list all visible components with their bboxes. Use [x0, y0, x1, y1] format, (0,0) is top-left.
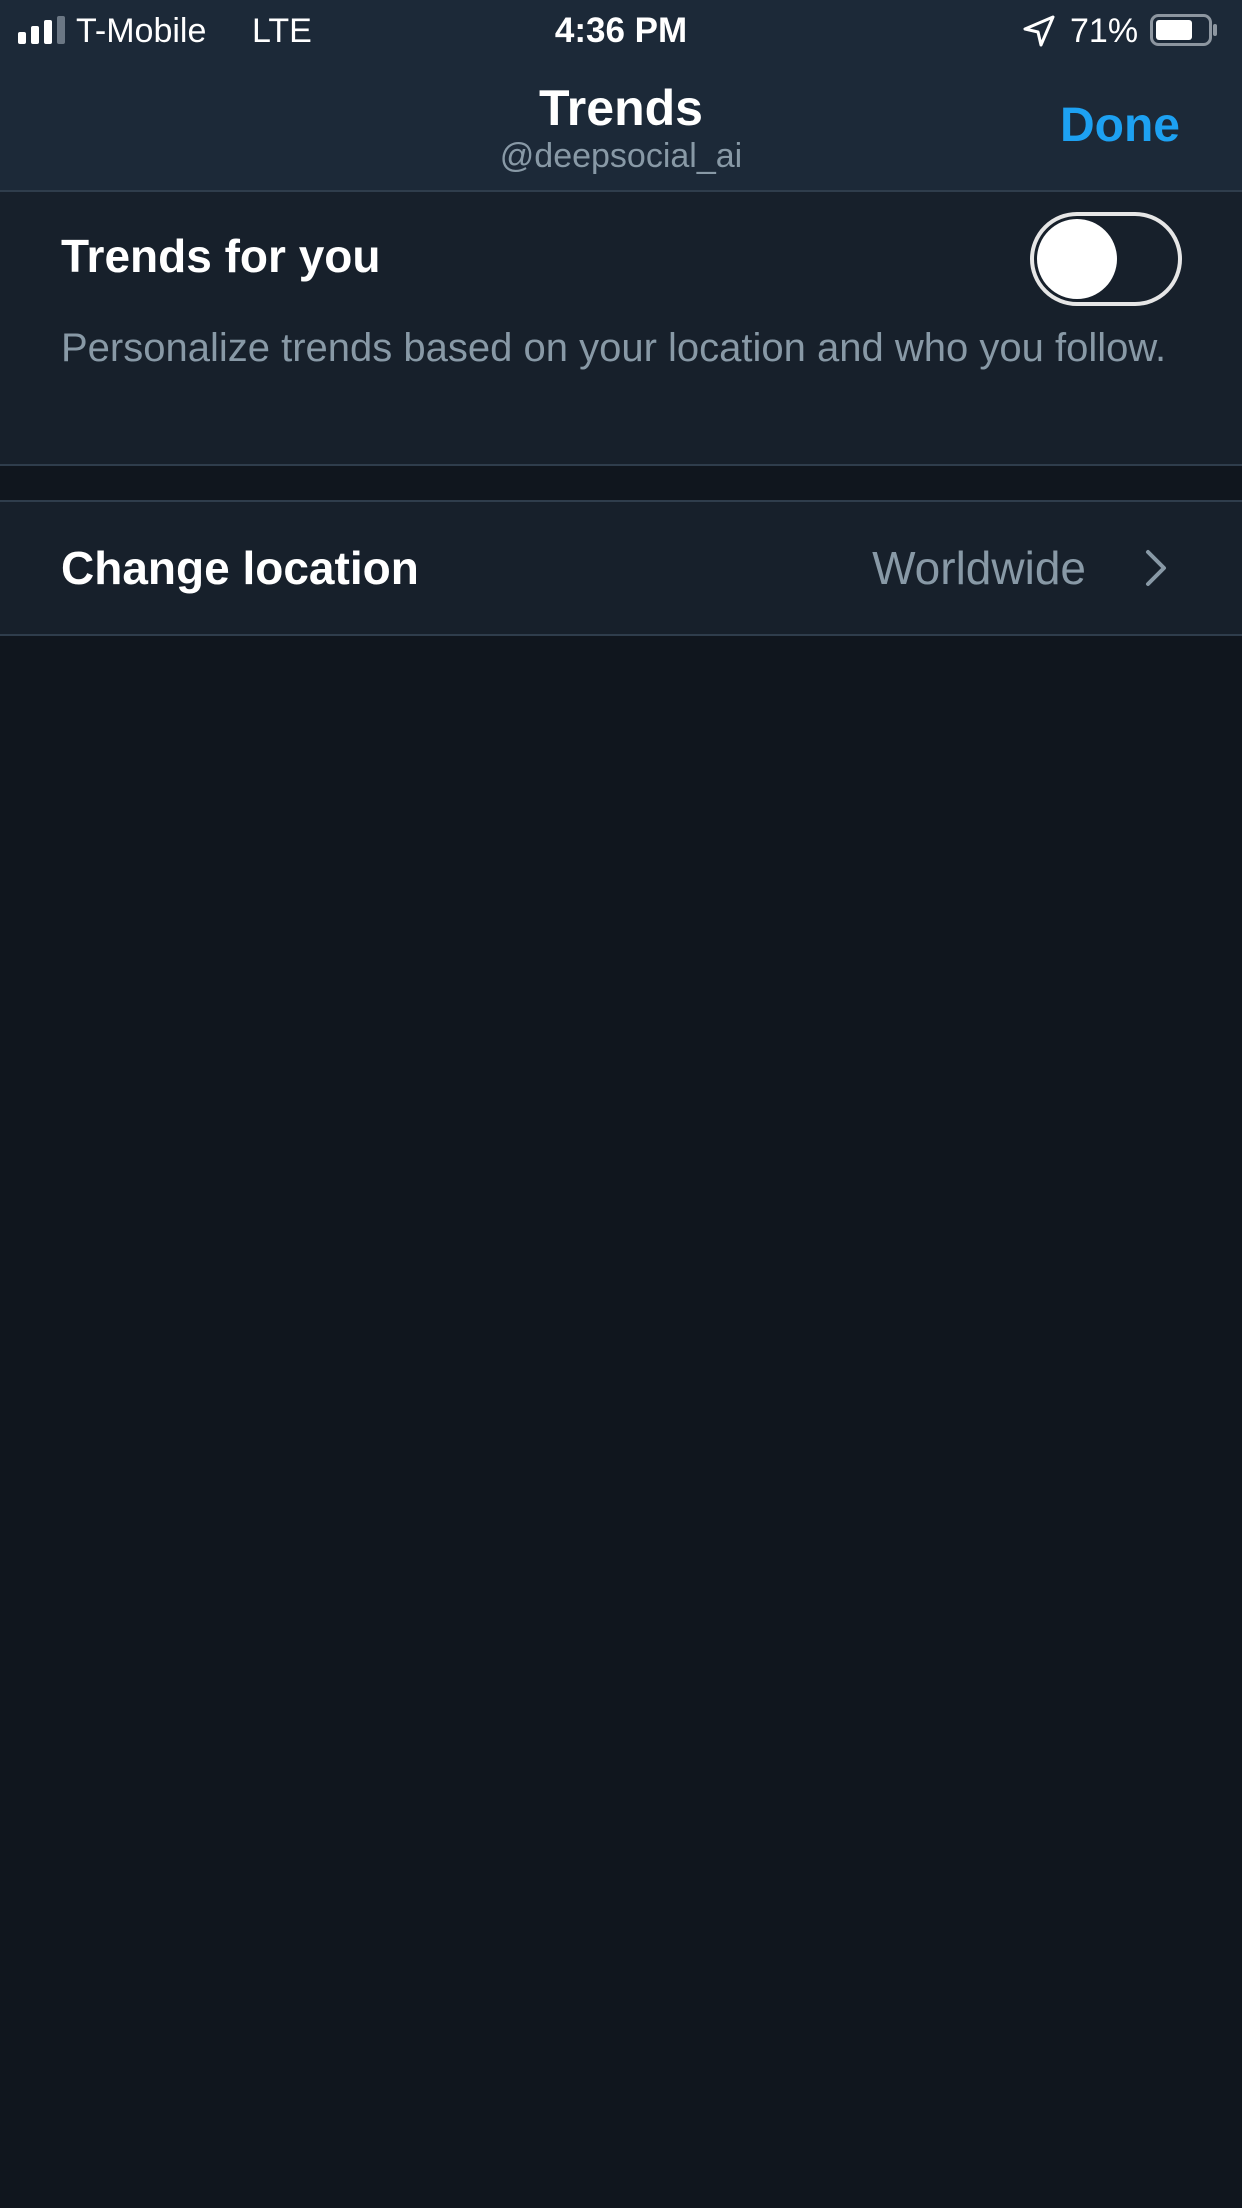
location-arrow-icon [1023, 15, 1055, 47]
empty-content-area [0, 636, 1242, 2208]
account-handle: @deepsocial_ai [499, 137, 743, 175]
trends-for-you-section: Trends for you Personalize trends based … [0, 192, 1242, 466]
navigation-bar: Trends @deepsocial_ai Done [0, 62, 1242, 192]
trends-for-you-label: Trends for you [61, 230, 381, 282]
change-location-row[interactable]: Change location Worldwide [0, 500, 1242, 636]
page-title: Trends [539, 80, 703, 136]
status-bar: T-Mobile LTE 4:36 PM 71% [0, 0, 1242, 62]
done-button[interactable]: Done [1060, 98, 1180, 154]
trends-settings-screen: T-Mobile LTE 4:36 PM 71% Trends @deepsoc… [0, 0, 1242, 2208]
trends-for-you-toggle[interactable] [1030, 212, 1182, 306]
battery-icon [1150, 14, 1217, 46]
current-location-value: Worldwide [872, 542, 1086, 594]
chevron-right-icon [1146, 550, 1166, 586]
battery-percentage: 71% [1070, 12, 1139, 50]
change-location-label: Change location [61, 542, 419, 594]
section-separator [0, 466, 1242, 500]
toggle-knob [1037, 219, 1117, 299]
trends-for-you-description: Personalize trends based on your locatio… [61, 326, 1167, 370]
